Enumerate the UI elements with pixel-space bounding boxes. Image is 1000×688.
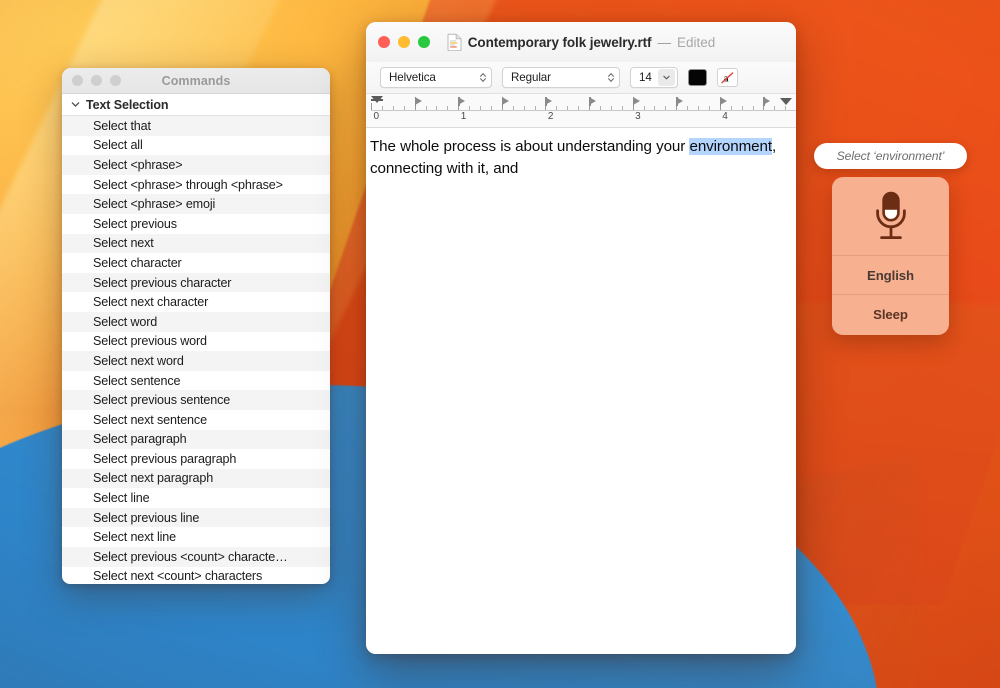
- font-family-value: Helvetica: [389, 71, 436, 84]
- document-ruler[interactable]: 0 1 2 3 4: [366, 94, 796, 128]
- tab-stop-marker[interactable]: [415, 97, 422, 105]
- text-color-swatch[interactable]: [688, 69, 707, 86]
- document-paragraph: The whole process is about understanding…: [370, 136, 784, 179]
- textedit-window[interactable]: Contemporary folk jewelry.rtf — Edited H…: [366, 22, 796, 654]
- tab-stop-marker[interactable]: [763, 97, 770, 105]
- close-button[interactable]: [378, 36, 390, 48]
- font-size-selector[interactable]: 14: [630, 67, 678, 88]
- list-item[interactable]: Select next: [62, 234, 330, 254]
- title-separator: —: [657, 35, 671, 50]
- tab-stop-marker[interactable]: [458, 97, 465, 105]
- section-header-label: Text Selection: [86, 98, 168, 112]
- selected-text[interactable]: environment: [689, 138, 771, 155]
- list-item[interactable]: Select character: [62, 253, 330, 273]
- chevron-up-down-icon: [479, 71, 487, 84]
- ruler-baseline: [371, 110, 796, 111]
- ruler-number: 0: [374, 111, 380, 122]
- textedit-title-bar[interactable]: Contemporary folk jewelry.rtf — Edited: [366, 22, 796, 62]
- voice-language-label: English: [867, 268, 914, 283]
- font-style-selector[interactable]: Regular: [502, 67, 620, 88]
- document-filename: Contemporary folk jewelry.rtf: [468, 35, 652, 50]
- chevron-down-icon: [71, 100, 80, 109]
- ruler-number: 2: [548, 111, 554, 122]
- list-item[interactable]: Select <phrase> through <phrase>: [62, 175, 330, 195]
- list-item[interactable]: Select all: [62, 136, 330, 156]
- commands-title-bar[interactable]: Commands: [62, 68, 330, 94]
- textedit-title-group: Contemporary folk jewelry.rtf — Edited: [366, 33, 796, 51]
- list-item[interactable]: Select previous character: [62, 273, 330, 293]
- list-item[interactable]: Select previous paragraph: [62, 449, 330, 469]
- document-line-1: The whole process is about understanding…: [370, 138, 685, 155]
- list-item[interactable]: Select next paragraph: [62, 469, 330, 489]
- zoom-button[interactable]: [418, 36, 430, 48]
- voice-sleep-button[interactable]: Sleep: [832, 295, 949, 334]
- list-item[interactable]: Select next word: [62, 351, 330, 371]
- left-indent-marker[interactable]: [371, 96, 383, 103]
- list-item[interactable]: Select line: [62, 488, 330, 508]
- textedit-traffic-lights: [378, 36, 430, 48]
- voice-sleep-label: Sleep: [873, 307, 908, 322]
- list-item[interactable]: Select that: [62, 116, 330, 136]
- commands-window[interactable]: Commands Text Selection Select thatSelec…: [62, 68, 330, 584]
- font-style-value: Regular: [511, 71, 551, 84]
- tab-stop-marker[interactable]: [589, 97, 596, 105]
- list-item[interactable]: Select previous sentence: [62, 390, 330, 410]
- list-item[interactable]: Select previous: [62, 214, 330, 234]
- font-size-value: 14: [639, 71, 652, 84]
- chevron-down-icon: [663, 75, 670, 80]
- tab-stop-marker[interactable]: [502, 97, 509, 105]
- list-item[interactable]: Select sentence: [62, 371, 330, 391]
- tab-stop-marker[interactable]: [676, 97, 683, 105]
- list-item[interactable]: Select previous line: [62, 508, 330, 528]
- list-item[interactable]: Select paragraph: [62, 430, 330, 450]
- no-background-color-icon[interactable]: a: [717, 68, 738, 87]
- list-item[interactable]: Select next <count> characters: [62, 567, 330, 584]
- formatting-toolbar[interactable]: Helvetica Regular 14 a: [366, 62, 796, 94]
- strikethrough-a-icon: a: [720, 71, 735, 85]
- list-item[interactable]: Select next character: [62, 292, 330, 312]
- tab-stop-marker[interactable]: [633, 97, 640, 105]
- tab-stop-marker[interactable]: [545, 97, 552, 105]
- ruler-track: 0 1 2 3 4: [371, 94, 796, 127]
- ruler-number: 3: [635, 111, 641, 122]
- ruler-number: 4: [722, 111, 728, 122]
- edited-status: Edited: [677, 35, 715, 50]
- ruler-number: 1: [461, 111, 467, 122]
- list-item[interactable]: Select next sentence: [62, 410, 330, 430]
- font-family-selector[interactable]: Helvetica: [380, 67, 492, 88]
- microphone-icon: [868, 189, 914, 243]
- list-item[interactable]: Select <phrase> emoji: [62, 194, 330, 214]
- tab-stop-marker[interactable]: [720, 97, 727, 105]
- document-text-area[interactable]: The whole process is about understanding…: [366, 128, 796, 654]
- font-size-dropdown-button[interactable]: [658, 69, 675, 86]
- voice-control-panel[interactable]: English Sleep: [832, 177, 949, 335]
- rtf-document-icon: [447, 33, 462, 51]
- chevron-up-down-icon: [607, 71, 615, 84]
- section-header-text-selection[interactable]: Text Selection: [62, 94, 330, 116]
- list-item[interactable]: Select previous <count> characte…: [62, 547, 330, 567]
- list-item[interactable]: Select word: [62, 312, 330, 332]
- microphone-button[interactable]: [832, 177, 949, 256]
- list-item[interactable]: Select <phrase>: [62, 155, 330, 175]
- commands-list[interactable]: Select thatSelect allSelect <phrase>Sele…: [62, 116, 330, 584]
- minimize-button[interactable]: [398, 36, 410, 48]
- right-indent-marker[interactable]: [780, 98, 792, 105]
- list-item[interactable]: Select next line: [62, 527, 330, 547]
- voice-language-button[interactable]: English: [832, 256, 949, 295]
- list-item[interactable]: Select previous word: [62, 332, 330, 352]
- voice-command-bubble: Select ‘environment’: [814, 143, 967, 169]
- commands-window-title: Commands: [62, 74, 330, 88]
- voice-command-text: Select ‘environment’: [837, 149, 945, 163]
